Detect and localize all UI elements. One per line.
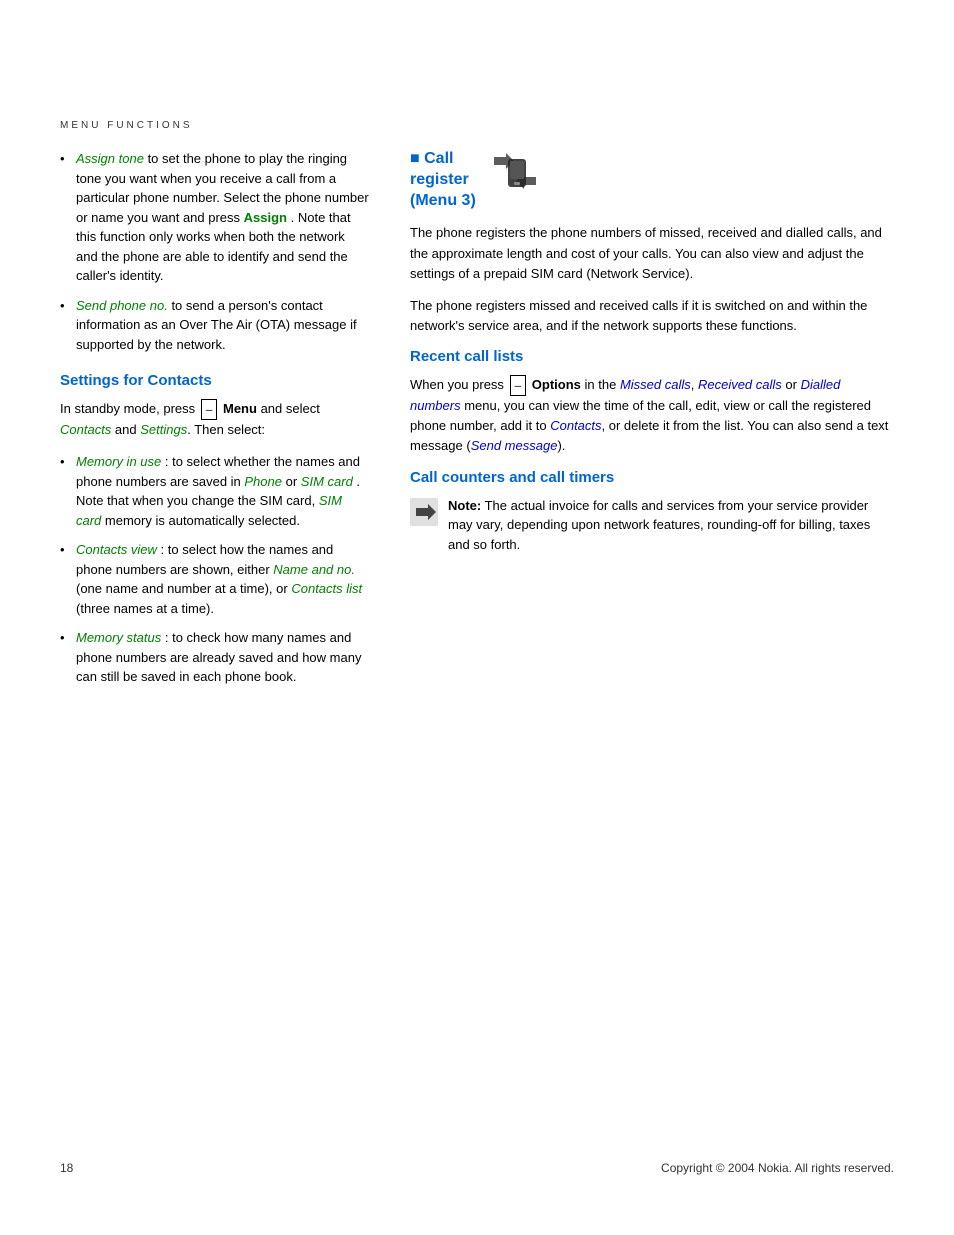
call-register-para2: The phone registers missed and received … [410,296,894,336]
right-column: ■ Callregister(Menu 3) The phone re [410,149,894,705]
recent-call-lists-heading: Recent call lists [410,348,894,365]
list-item: Assign tone to set the phone to play the… [60,149,370,286]
page-number: 18 [60,1161,73,1175]
page: Menu functions Assign tone to set the ph… [0,0,954,1235]
note-text: Note: The actual invoice for calls and s… [448,496,894,555]
contacts-view-text2: (one name and number at a time), or [76,581,291,596]
note-label: Note: [448,498,481,513]
memory-in-use-or: or [286,474,301,489]
note-arrow-icon [410,498,438,526]
call-register-heading-text: ■ Callregister(Menu 3) [410,149,476,211]
assign-tone-label: Assign tone [76,151,144,166]
options-icon: — [510,375,527,396]
note-icon-svg [410,498,438,526]
menu-icon: — [201,399,218,420]
copyright-text: Copyright © 2004 Nokia. All rights reser… [661,1161,894,1175]
contacts-link: Contacts [550,418,601,433]
phone-label: Phone [244,474,282,489]
memory-status-label: Memory status [76,630,161,645]
options-label: Options [532,377,581,392]
intro-bullet-list: Assign tone to set the phone to play the… [60,149,370,354]
note-box: Note: The actual invoice for calls and s… [410,496,894,555]
contacts-label: Contacts [60,422,111,437]
settings-for-contacts-heading: Settings for Contacts [60,372,370,389]
send-message-label: Send message [471,438,558,453]
menu-functions-label: Menu functions [60,120,894,131]
settings-intro-text: In standby mode, press — Menu and select… [60,399,370,440]
left-column: Assign tone to set the phone to play the… [60,149,370,705]
list-item: Send phone no. to send a person's contac… [60,296,370,355]
call-register-svg [486,149,546,194]
assign-bold: Assign [244,210,287,225]
list-item: Memory in use : to select whether the na… [60,452,370,530]
list-item: Memory status : to check how many names … [60,628,370,687]
menu-label: Menu [223,401,257,416]
settings-bullet-list: Memory in use : to select whether the na… [60,452,370,687]
footer: 18 Copyright © 2004 Nokia. All rights re… [0,1161,954,1175]
recent-call-lists-para: When you press — Options in the Missed c… [410,375,894,457]
call-register-icon [486,149,546,194]
settings-label: Settings [140,422,187,437]
send-phone-no-label: Send phone no. [76,298,168,313]
name-and-no-label: Name and no. [273,562,355,577]
contacts-view-text3: (three names at a time). [76,601,214,616]
received-calls-label: Received calls [698,377,782,392]
contacts-list-label: Contacts list [291,581,362,596]
contacts-view-label: Contacts view [76,542,157,557]
call-counters-heading: Call counters and call timers [410,469,894,486]
call-register-section-header: ■ Callregister(Menu 3) [410,149,894,211]
missed-calls-label: Missed calls [620,377,691,392]
memory-in-use-label: Memory in use [76,454,161,469]
sim-card-label: SIM card [301,474,353,489]
memory-in-use-text3: memory is automatically selected. [105,513,300,528]
list-item: Contacts view : to select how the names … [60,540,370,618]
call-register-title: ■ Callregister(Menu 3) [410,150,476,209]
call-register-para1: The phone registers the phone numbers of… [410,223,894,283]
two-column-layout: Assign tone to set the phone to play the… [60,149,894,705]
